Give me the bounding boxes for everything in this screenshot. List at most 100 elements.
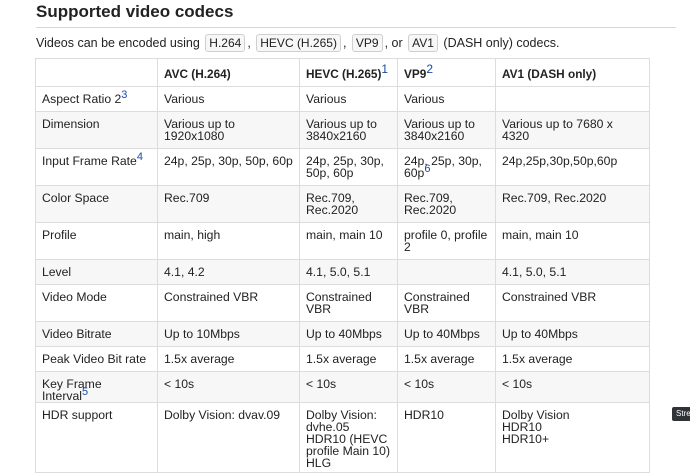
cell-text: 24p, 25p, 30p, 60p <box>404 154 482 180</box>
cell-avc: Up to 10Mbps <box>157 321 300 347</box>
cell-text: Rec.709 <box>164 191 210 205</box>
cell-text: 4.1, 5.0, 5.1 <box>502 265 567 279</box>
cell-av1: Up to 40Mbps <box>495 321 650 347</box>
cell-vp9: 1.5x average <box>397 346 496 372</box>
cell-label: Aspect Ratio 23 <box>35 86 158 112</box>
cell-text: Up to 40Mbps <box>404 327 480 341</box>
page-heading: Supported video codecs <box>36 2 234 21</box>
cell-text: Constrained VBR <box>404 290 470 316</box>
cell-hevc: Constrained VBR <box>299 284 398 322</box>
cell-text: 1.5x average <box>404 352 475 366</box>
cell-vp9: HDR10 <box>397 402 496 473</box>
cell-text: Dolby Vision: dvav.09 <box>164 408 281 422</box>
cell-text: Constrained VBR <box>502 290 597 304</box>
cell-avc: < 10s <box>157 371 300 403</box>
cell-label: Profile <box>35 222 158 260</box>
cell-label: HDR support <box>35 402 158 473</box>
table-row: Aspect Ratio 23 Various Various Various <box>35 86 650 112</box>
cell-text: Video Bitrate <box>42 327 112 341</box>
cell-hevc: 1.5x average <box>299 346 398 372</box>
cell-hevc: main, main 10 <box>299 222 398 260</box>
cell-vp9: Various up to 3840x2160 <box>397 111 496 149</box>
footnote-link-4[interactable]: 4 <box>137 151 143 163</box>
cell-text: Input Frame Rate <box>42 154 137 168</box>
cell-av1: < 10s <box>495 371 650 403</box>
cell-av1: 4.1, 5.0, 5.1 <box>495 259 650 285</box>
intro-paragraph: Videos can be encoded using H.264, HEVC … <box>36 34 560 52</box>
cell-label: Level <box>35 259 158 285</box>
cell-av1: Dolby Vision HDR10 HDR10+ <box>495 402 650 473</box>
cell-avc: Dolby Vision: dvav.09 <box>157 402 300 473</box>
cell-label: Key Frame Interval5 <box>35 371 158 403</box>
header-av1: AV1 (DASH only) <box>495 58 650 87</box>
header-hevc-label: HEVC (H.265) <box>306 66 382 81</box>
codecs-table: AVC (H.264) HEVC (H.265)1 VP92 AV1 (DASH… <box>35 58 650 473</box>
cell-text: Various up to 3840x2160 <box>404 117 475 143</box>
cell-text: Rec.709, Rec.2020 <box>306 191 359 217</box>
cell-text: 24p,25p,30p,50p,60p <box>502 154 618 168</box>
cell-vp9: Constrained VBR <box>397 284 496 322</box>
codec-chip-vp9: VP9 <box>351 34 383 52</box>
cell-hevc: Various <box>299 86 398 112</box>
footnote-link-3[interactable]: 3 <box>121 89 127 101</box>
cell-text: Video Mode <box>42 290 107 304</box>
cell-text: Dimension <box>42 117 100 131</box>
cell-text: main, high <box>164 228 221 242</box>
cell-av1: Rec.709, Rec.2020 <box>495 185 650 223</box>
cell-text: Peak Video Bit rate <box>42 352 147 366</box>
footnote-link-1[interactable]: 1 <box>381 62 388 76</box>
cell-hevc: Various up to 3840x2160 <box>299 111 398 149</box>
cell-label: Video Bitrate <box>35 321 158 347</box>
cell-label: Peak Video Bit rate <box>35 346 158 372</box>
cell-text: Various <box>404 92 445 106</box>
cell-text: < 10s <box>164 377 195 391</box>
cell-vp9: < 10s <box>397 371 496 403</box>
footnote-link-2[interactable]: 2 <box>426 62 433 76</box>
table-row: Video Mode Constrained VBR Constrained VBR… <box>35 284 650 322</box>
header-vp9: VP92 <box>397 58 496 87</box>
codec-chip-av1: AV1 <box>408 34 438 52</box>
header-hevc: HEVC (H.265)1 <box>299 58 398 87</box>
table-header-row: AVC (H.264) HEVC (H.265)1 VP92 AV1 (DASH… <box>35 58 650 87</box>
cell-text: Up to 40Mbps <box>306 327 382 341</box>
cell-vp9 <box>397 259 496 285</box>
cell-text: Various up to 1920x1080 <box>164 117 235 143</box>
cell-text: Constrained VBR <box>164 290 259 304</box>
cell-avc: main, high <box>157 222 300 260</box>
footnote-link-5[interactable]: 5 <box>82 386 88 398</box>
cell-vp9: profile 0, profile 2 <box>397 222 496 260</box>
cell-av1: 24p,25p,30p,50p,60p <box>495 148 650 186</box>
cell-text: 24p, 25p, 30p, 50p, 60p <box>306 154 384 180</box>
cell-hevc: Rec.709, Rec.2020 <box>299 185 398 223</box>
cell-text: 24p, 25p, 30p, 50p, 60p <box>164 154 293 168</box>
cell-text: < 10s <box>306 377 337 391</box>
cell-label: Color Space <box>35 185 158 223</box>
cell-text: profile 0, profile 2 <box>404 228 488 254</box>
table-row: Video Bitrate Up to 10Mbps Up to 40Mbps Up … <box>35 321 650 347</box>
cell-av1: main, main 10 <box>495 222 650 260</box>
cell-text: Key Frame Interval <box>42 377 102 403</box>
cell-vp9: 24p, 25p, 30p, 60p6 <box>397 148 496 186</box>
cell-av1: Constrained VBR <box>495 284 650 322</box>
cell-text: main, main 10 <box>306 228 383 242</box>
cell-hevc: Dolby Vision: dvhe.05 HDR10 (HEVC profile M… <box>299 402 398 473</box>
intro-or: , or <box>384 36 403 50</box>
cell-av1: 1.5x average <box>495 346 650 372</box>
table-row: Level 4.1, 4.2 4.1, 5.0, 5.1 4.1, 5.0, 5.1 <box>35 259 650 285</box>
table-row: Key Frame Interval5 < 10s < 10s < 10s < 10s <box>35 371 650 403</box>
cell-text: Various up to 7680 x 4320 <box>502 117 613 143</box>
cell-text: Rec.709, Rec.2020 <box>502 191 607 205</box>
cell-text: Various <box>306 92 347 106</box>
cell-text: Color Space <box>42 191 110 205</box>
table-row: Color Space Rec.709 Rec.709, Rec.2020 Rec.7… <box>35 185 650 223</box>
side-tab[interactable]: Stre <box>672 407 690 421</box>
cell-avc: 24p, 25p, 30p, 50p, 60p <box>157 148 300 186</box>
codec-chip-hevc: HEVC (H.265) <box>256 34 341 52</box>
cell-text: < 10s <box>502 377 533 391</box>
cell-text: main, main 10 <box>502 228 579 242</box>
footnote-link-6[interactable]: 6 <box>424 163 430 175</box>
header-avc: AVC (H.264) <box>157 58 300 87</box>
cell-label: Video Mode <box>35 284 158 322</box>
cell-hevc: 24p, 25p, 30p, 50p, 60p <box>299 148 398 186</box>
cell-avc: 1.5x average <box>157 346 300 372</box>
